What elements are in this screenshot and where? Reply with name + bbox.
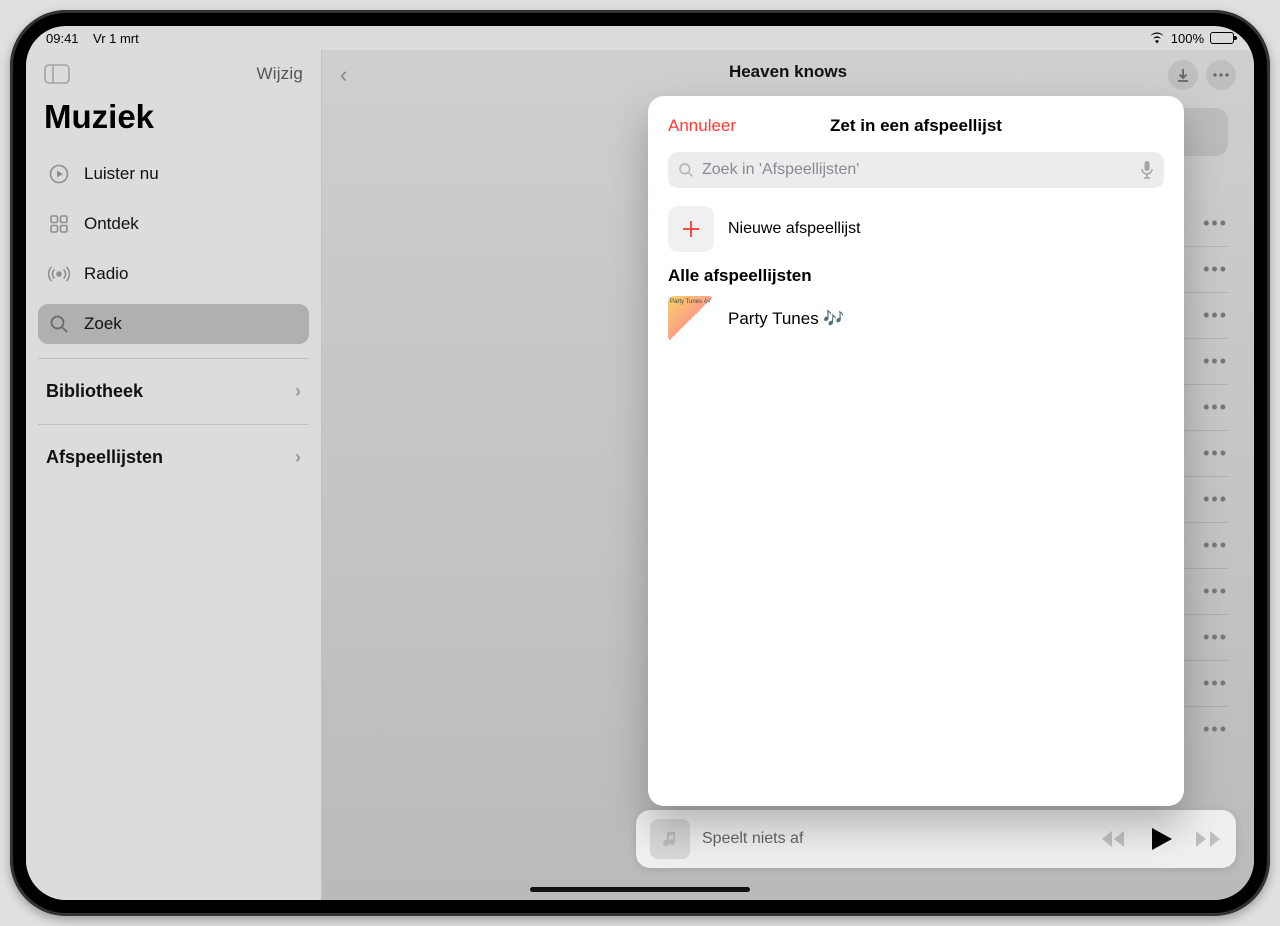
search-icon xyxy=(678,162,694,178)
wifi-icon xyxy=(1149,32,1165,44)
main: ‹ Heaven knows Shuffle 2:52• xyxy=(322,50,1254,900)
modal-title: Zet in een afspeellijst xyxy=(830,116,1002,136)
sidebar: Wijzig Muziek Luister nu Ontdek xyxy=(26,50,322,900)
screen: 09:41 Vr 1 mrt 100% Wijzig Muzi xyxy=(26,26,1254,900)
track-more-button[interactable]: ••• xyxy=(1203,351,1228,372)
radio-icon xyxy=(48,263,70,285)
home-indicator[interactable] xyxy=(530,887,750,892)
sidebar-item-label: Ontdek xyxy=(84,214,139,234)
previous-button[interactable] xyxy=(1102,830,1128,848)
chevron-right-icon: › xyxy=(295,381,301,402)
status-time: 09:41 xyxy=(46,31,79,46)
track-more-button[interactable]: ••• xyxy=(1203,489,1228,510)
nowplaying-text: Speelt niets af xyxy=(702,830,1090,848)
sidebar-section-playlists[interactable]: Afspeellijsten › xyxy=(38,439,309,476)
next-button[interactable] xyxy=(1196,830,1222,848)
sidebar-item-listen-now[interactable]: Luister nu xyxy=(38,154,309,194)
playlist-row[interactable]: Party Tunes 🎶 Party Tunes 🎶 xyxy=(668,296,1164,342)
play-button[interactable] xyxy=(1152,828,1172,850)
track-more-button[interactable]: ••• xyxy=(1203,397,1228,418)
new-playlist-label: Nieuwe afspeellijst xyxy=(728,220,861,238)
status-left: 09:41 Vr 1 mrt xyxy=(46,31,139,46)
grid-icon xyxy=(48,213,70,235)
plus-icon xyxy=(668,206,714,252)
playlist-name: Party Tunes 🎶 xyxy=(728,309,845,329)
cancel-button[interactable]: Annuleer xyxy=(668,116,736,136)
search-placeholder: Zoek in 'Afspeellijsten' xyxy=(702,161,1132,179)
status-date: Vr 1 mrt xyxy=(93,31,139,46)
playlist-art: Party Tunes 🎶 xyxy=(668,296,714,342)
nowplaying-art xyxy=(650,819,690,859)
battery-pct: 100% xyxy=(1171,31,1204,46)
add-to-playlist-modal: Annuleer Zet in een afspeellijst Zoek in… xyxy=(648,96,1184,806)
track-more-button[interactable]: ••• xyxy=(1203,627,1228,648)
section-label: Afspeellijsten xyxy=(46,447,163,468)
track-more-button[interactable]: ••• xyxy=(1203,581,1228,602)
sidebar-item-radio[interactable]: Radio xyxy=(38,254,309,294)
sidebar-item-browse[interactable]: Ontdek xyxy=(38,204,309,244)
sidebar-item-label: Luister nu xyxy=(84,164,159,184)
dictation-icon[interactable] xyxy=(1140,161,1154,179)
track-more-button[interactable]: ••• xyxy=(1203,213,1228,234)
track-more-button[interactable]: ••• xyxy=(1203,443,1228,464)
page-title: Heaven knows xyxy=(729,62,847,82)
playlists-section-title: Alle afspeellijsten xyxy=(668,266,1164,286)
track-more-button[interactable]: ••• xyxy=(1203,535,1228,556)
search-icon xyxy=(48,313,70,335)
search-input[interactable]: Zoek in 'Afspeellijsten' xyxy=(668,152,1164,188)
chevron-right-icon: › xyxy=(295,447,301,468)
track-more-button[interactable]: ••• xyxy=(1203,719,1228,740)
device-frame: 09:41 Vr 1 mrt 100% Wijzig Muzi xyxy=(10,10,1270,916)
section-label: Bibliotheek xyxy=(46,381,143,402)
status-bar: 09:41 Vr 1 mrt 100% xyxy=(26,26,1254,50)
status-right: 100% xyxy=(1149,31,1234,46)
new-playlist-row[interactable]: Nieuwe afspeellijst xyxy=(668,206,1164,252)
app-root: Wijzig Muziek Luister nu Ontdek xyxy=(26,50,1254,900)
sidebar-item-label: Radio xyxy=(84,264,128,284)
track-more-button[interactable]: ••• xyxy=(1203,259,1228,280)
battery-icon xyxy=(1210,32,1234,44)
sidebar-item-search[interactable]: Zoek xyxy=(38,304,309,344)
sidebar-toggle-icon[interactable] xyxy=(44,64,70,84)
play-circle-icon xyxy=(48,163,70,185)
track-more-button[interactable]: ••• xyxy=(1203,673,1228,694)
now-playing-bar[interactable]: Speelt niets af xyxy=(636,810,1236,868)
app-title: Muziek xyxy=(38,98,309,144)
sidebar-item-label: Zoek xyxy=(84,314,122,334)
track-more-button[interactable]: ••• xyxy=(1203,305,1228,326)
sidebar-section-library[interactable]: Bibliotheek › xyxy=(38,373,309,410)
edit-button[interactable]: Wijzig xyxy=(256,64,303,84)
